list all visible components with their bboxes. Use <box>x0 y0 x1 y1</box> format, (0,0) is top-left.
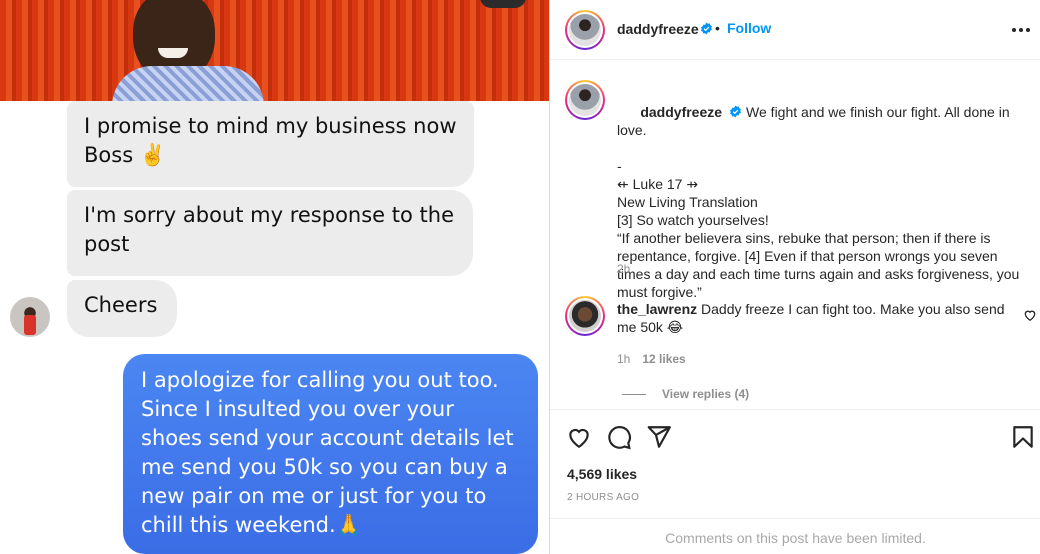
incoming-message: I promise to mind my business now Boss ✌… <box>67 101 474 187</box>
likes-count[interactable]: 4,569 likes <box>567 466 637 482</box>
comment: the_lawrenz Daddy freeze I can fight too… <box>617 300 1017 336</box>
incoming-message: I'm sorry about my response to the post <box>67 190 473 276</box>
post-timestamp[interactable]: 2 HOURS AGO <box>567 492 639 503</box>
comment-timestamp[interactable]: 1h <box>617 352 630 366</box>
caption-timestamp[interactable]: 2h <box>617 262 630 276</box>
comment-meta: 1h 12 likes <box>617 352 686 366</box>
caption-username[interactable]: daddyfreeze <box>640 104 722 120</box>
view-replies-label: View replies (4) <box>662 387 750 401</box>
outgoing-message: I apologize for calling you out too. Sin… <box>123 354 538 554</box>
caption-line: - <box>617 158 622 174</box>
more-options-icon[interactable] <box>1012 28 1030 32</box>
profile-photo-crop <box>0 0 549 106</box>
share-icon[interactable] <box>646 424 672 450</box>
sender-avatar <box>10 297 50 337</box>
dm-conversation: I promise to mind my business now Boss ✌… <box>0 101 549 554</box>
incoming-message: Cheers <box>67 280 177 337</box>
post-media: I promise to mind my business now Boss ✌… <box>0 0 549 554</box>
caption-line: ⇷ Luke 17 ⇸ <box>617 176 699 192</box>
heart-icon[interactable] <box>566 424 592 450</box>
verified-badge-icon <box>697 21 713 39</box>
verified-badge-icon <box>730 105 741 118</box>
separator-dot: • <box>715 20 720 36</box>
post-panel: daddyfreeze • Follow daddyfreeze We fight… <box>549 0 1040 554</box>
caption-line: [3] So watch yourselves! <box>617 212 769 228</box>
comment-username[interactable]: the_lawrenz <box>617 301 697 317</box>
caption-author-avatar[interactable] <box>565 80 605 120</box>
comment-likes[interactable]: 12 likes <box>642 352 685 366</box>
author-avatar[interactable] <box>565 10 605 50</box>
action-bar: 4,569 likes 2 HOURS AGO Comments on this… <box>550 409 1040 554</box>
comment-icon[interactable] <box>606 424 632 450</box>
caption-line: New Living Translation <box>617 194 758 210</box>
comment-like-heart-icon[interactable] <box>1023 308 1037 322</box>
commenter-avatar[interactable] <box>565 296 605 336</box>
comments-limited-notice: Comments on this post have been limited. <box>550 518 1040 554</box>
replies-divider <box>622 393 646 395</box>
caption-line: “If another believera sins, rebuke that … <box>617 230 1024 300</box>
post-caption: daddyfreeze We fight and we finish our fi… <box>617 85 1027 301</box>
author-username[interactable]: daddyfreeze <box>617 21 699 37</box>
follow-button[interactable]: Follow <box>727 20 771 36</box>
bookmark-icon[interactable] <box>1010 424 1036 450</box>
post-header: daddyfreeze • Follow <box>550 0 1040 60</box>
view-replies-button[interactable]: View replies (4) <box>622 387 749 401</box>
